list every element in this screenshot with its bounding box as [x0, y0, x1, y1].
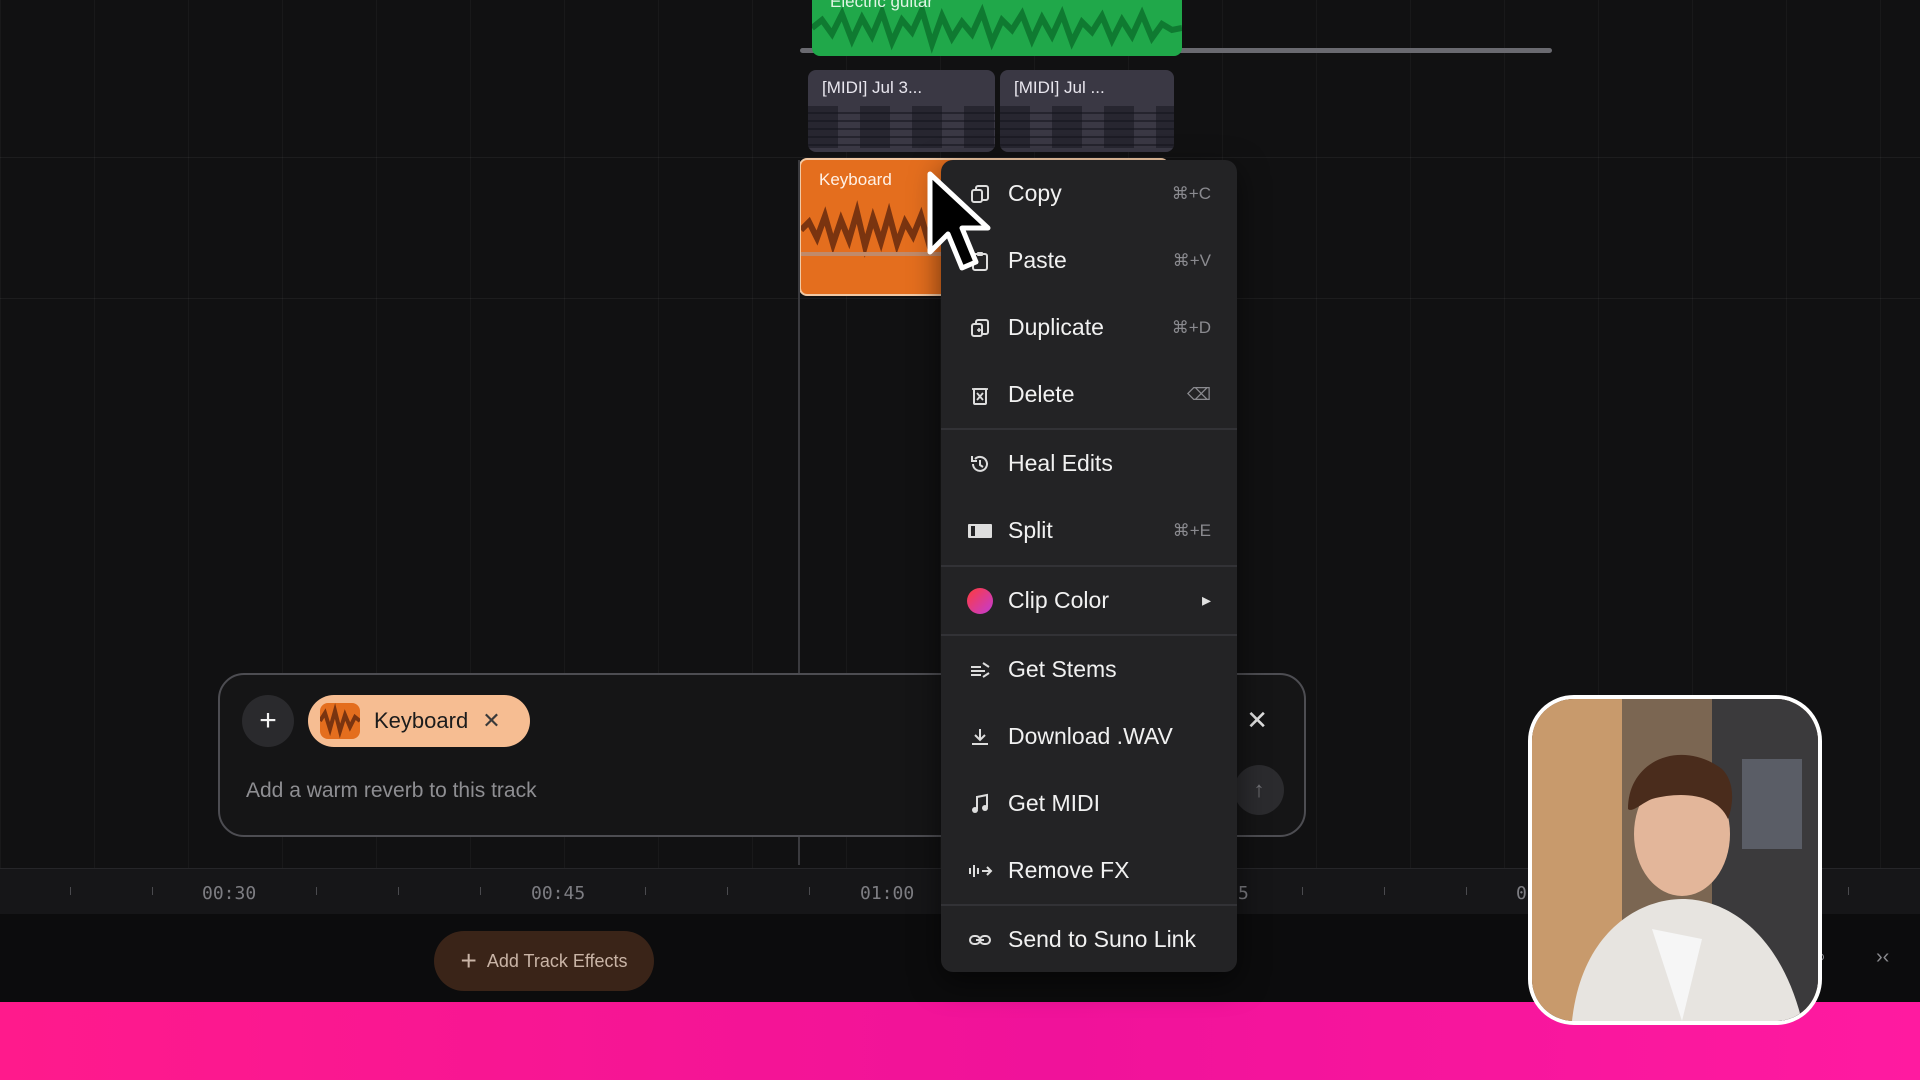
- ruler-time: 0: [1516, 883, 1527, 904]
- duplicate-icon: [967, 315, 993, 341]
- menu-item-delete[interactable]: Delete ⌫: [941, 361, 1237, 428]
- ruler-time: 01:00: [860, 883, 915, 904]
- ruler-tick: [70, 887, 71, 895]
- clip-label: Keyboard: [819, 170, 892, 189]
- clip-label: Electric guitar: [830, 0, 933, 11]
- menu-item-get-stems[interactable]: Get Stems: [941, 636, 1237, 703]
- audio-clip-electric-guitar[interactable]: Electric guitar: [812, 0, 1182, 56]
- ruler-time: 00:45: [531, 883, 586, 904]
- menu-item-heal-edits[interactable]: Heal Edits: [941, 430, 1237, 497]
- ruler-tick: [1302, 887, 1303, 895]
- midi-notes: [808, 106, 995, 148]
- ruler-tick: [316, 887, 317, 895]
- menu-item-label: Paste: [1008, 247, 1067, 273]
- shortcut: ⌘+V: [1172, 250, 1211, 270]
- ruler-tick: [727, 887, 728, 895]
- shortcut: ⌘+D: [1171, 317, 1211, 337]
- ruler-tick: [809, 887, 810, 895]
- clip-label: [MIDI] Jul ...: [1014, 78, 1105, 97]
- menu-item-download-wav[interactable]: Download .WAV: [941, 703, 1237, 770]
- menu-item-split[interactable]: Split ⌘+E: [941, 497, 1237, 564]
- trash-icon: [967, 382, 993, 408]
- ruler-tick: [1848, 887, 1849, 895]
- add-track-effects-label: Add Track Effects: [486, 950, 628, 971]
- menu-item-label: Get MIDI: [1008, 790, 1101, 816]
- stems-icon: [967, 657, 993, 683]
- chip-label: Keyboard: [374, 708, 469, 733]
- midi-clip-1[interactable]: [MIDI] Jul 3...: [808, 70, 995, 152]
- color-dot-icon: [967, 587, 993, 614]
- remove-chip-icon[interactable]: ✕: [482, 708, 500, 734]
- menu-item-duplicate[interactable]: Duplicate ⌘+D: [941, 294, 1237, 361]
- plus-icon: +: [460, 945, 477, 976]
- send-button[interactable]: ↑: [1234, 765, 1284, 815]
- ruler-tick: [1384, 887, 1385, 895]
- ruler-tick: [152, 887, 153, 895]
- menu-item-label: Delete: [1008, 381, 1075, 407]
- shortcut: ⌘+E: [1172, 520, 1211, 540]
- midi-clip-2[interactable]: [MIDI] Jul ...: [1000, 70, 1174, 152]
- menu-item-label: Clip Color: [1008, 587, 1109, 613]
- clip-label: [MIDI] Jul 3...: [822, 78, 923, 97]
- add-track-effects-button[interactable]: + Add Track Effects: [434, 931, 654, 991]
- prompt-input[interactable]: Add a warm reverb to this track: [246, 779, 537, 803]
- menu-item-label: Duplicate: [1008, 314, 1104, 340]
- menu-item-label: Download .WAV: [1008, 723, 1173, 749]
- clip-thumbnail: [320, 703, 360, 739]
- shortcut: ⌘+C: [1171, 183, 1211, 203]
- menu-item-label: Split: [1008, 517, 1053, 543]
- shortcut: ⌫: [1186, 384, 1211, 404]
- submenu-chevron-icon: ▸: [1201, 590, 1211, 610]
- menu-item-label: Send to Suno Link: [1008, 926, 1196, 952]
- webcam-overlay: [1528, 695, 1822, 1025]
- menu-item-remove-fx[interactable]: Remove FX: [941, 837, 1237, 904]
- link-icon: [967, 927, 993, 953]
- menu-item-label: Heal Edits: [1008, 450, 1113, 476]
- ruler-tick: [480, 887, 481, 895]
- menu-item-send-to-suno-link[interactable]: Send to Suno Link: [941, 906, 1237, 973]
- menu-item-get-midi[interactable]: Get MIDI: [941, 770, 1237, 837]
- close-icon[interactable]: ✕: [1246, 705, 1268, 736]
- split-icon: [967, 518, 993, 544]
- mouse-cursor-icon: [924, 170, 1004, 285]
- download-icon: [967, 724, 993, 750]
- collapse-icon[interactable]: ›‹: [1876, 946, 1889, 969]
- music-note-icon: [967, 791, 993, 817]
- add-context-button[interactable]: +: [242, 695, 294, 747]
- menu-item-label: Copy: [1008, 180, 1062, 206]
- menu-item-clip-color[interactable]: Clip Color ▸: [941, 567, 1237, 634]
- ruler-tick: [398, 887, 399, 895]
- context-chip-keyboard[interactable]: Keyboard ✕: [308, 695, 530, 747]
- remove-fx-icon: [967, 858, 993, 884]
- ruler-tick: [645, 887, 646, 895]
- menu-item-label: Get Stems: [1008, 656, 1117, 682]
- history-icon: [967, 451, 993, 477]
- ruler-time: 00:30: [202, 883, 257, 904]
- midi-notes: [1000, 106, 1174, 148]
- ruler-tick: [1466, 887, 1467, 895]
- menu-item-label: Remove FX: [1008, 857, 1130, 883]
- ruler-time: 5: [1238, 883, 1249, 904]
